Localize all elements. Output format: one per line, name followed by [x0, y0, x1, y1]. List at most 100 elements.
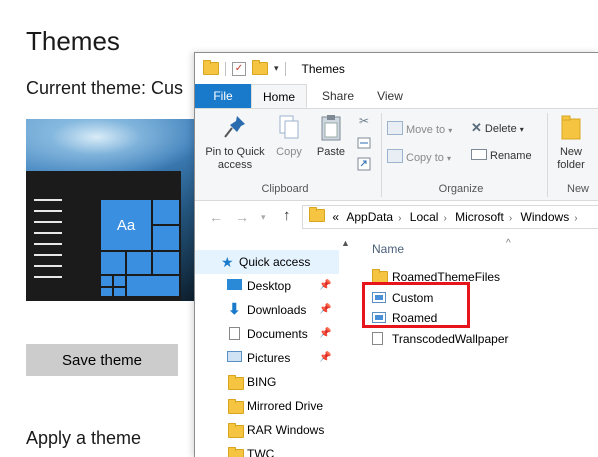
nav-item-quick-access[interactable]: ★ Quick access	[195, 250, 339, 274]
nav-item-mirrored-drive[interactable]: Mirrored Drive	[195, 394, 339, 418]
paste-shortcut-icon[interactable]	[355, 157, 373, 175]
pin-icon[interactable]: 📌	[319, 346, 331, 370]
tab-file[interactable]: File	[195, 84, 251, 108]
address-bar[interactable]: « AppData › Local › Microsoft › Windows ›	[302, 205, 598, 229]
preview-sky	[26, 119, 202, 179]
properties-icon[interactable]: ✓	[232, 61, 246, 76]
breadcrumb-windows[interactable]: Windows	[521, 210, 570, 224]
ribbon-separator	[547, 113, 548, 197]
new-folder-button[interactable]: New folder	[551, 113, 591, 172]
highlight-box	[362, 282, 470, 328]
file-name: TranscodedWallpaper	[392, 332, 509, 346]
pin-icon	[224, 116, 245, 138]
back-arrow-icon[interactable]: ←	[209, 209, 223, 225]
nav-label: Downloads	[247, 303, 307, 317]
save-theme-button[interactable]: Save theme	[26, 344, 178, 376]
new-folder-icon[interactable]	[252, 60, 268, 75]
copy-to-label: Copy to	[406, 152, 444, 164]
up-arrow-icon[interactable]: ↑	[283, 207, 291, 224]
preview-tile	[152, 199, 180, 225]
paste-icon	[321, 115, 341, 141]
preview-start-menu: Aa	[26, 171, 181, 301]
ribbon-separator	[381, 113, 382, 197]
cut-icon[interactable]: ✂	[355, 115, 373, 128]
nav-item-documents[interactable]: Documents 📌	[195, 322, 339, 346]
paste-shortcut-glyph	[357, 157, 371, 171]
nav-item-twc[interactable]: TWC	[195, 442, 339, 457]
move-to-button[interactable]: Move to ▾	[387, 121, 467, 137]
forward-arrow-icon[interactable]: →	[235, 209, 249, 225]
ribbon: Pin to Quick access Copy Paste ✂ Clipboa…	[195, 109, 598, 201]
preview-tile	[126, 251, 152, 275]
breadcrumb-local[interactable]: Local	[410, 210, 439, 224]
chevron-down-icon: ▾	[448, 126, 453, 135]
pin-quick-access-button[interactable]: Pin to Quick access	[199, 113, 271, 172]
preview-tile	[100, 287, 113, 297]
tab-share[interactable]: Share	[313, 84, 363, 108]
paste-label: Paste	[316, 146, 346, 158]
tab-home[interactable]: Home	[251, 84, 307, 108]
nav-label: RAR Windows	[247, 423, 325, 437]
delete-label: Delete	[484, 123, 517, 135]
nav-item-rar-windows[interactable]: RAR Windows	[195, 418, 339, 442]
pin-icon[interactable]: 📌	[319, 298, 331, 322]
chevron-down-icon: ▾	[446, 154, 451, 163]
folder-icon	[309, 207, 325, 222]
desktop-icon	[227, 279, 242, 290]
column-header-name[interactable]: Name ^	[372, 238, 511, 256]
copy-to-button[interactable]: Copy to ▾	[387, 149, 467, 165]
breadcrumb-microsoft[interactable]: Microsoft	[455, 210, 504, 224]
preview-menu-lines	[34, 199, 62, 287]
copy-button[interactable]: Copy	[271, 113, 307, 159]
preview-tile	[100, 251, 126, 275]
current-theme-label: Current theme: Cus	[26, 78, 184, 98]
navigation-pane: ★ Quick access Desktop 📌 ⬇ Downloads 📌 D…	[195, 236, 355, 457]
preview-tile	[126, 275, 180, 297]
nav-item-downloads[interactable]: ⬇ Downloads 📌	[195, 298, 339, 322]
apply-theme-heading: Apply a theme	[26, 428, 142, 448]
file-icon	[372, 332, 383, 345]
preview-tiles: Aa	[100, 199, 180, 297]
paste-button[interactable]: Paste	[311, 113, 351, 159]
rename-button[interactable]: Rename	[471, 149, 541, 163]
pin-icon[interactable]: 📌	[319, 274, 331, 298]
delete-icon: ✕	[471, 120, 482, 135]
folder-icon	[228, 375, 244, 390]
tab-view[interactable]: View	[367, 84, 413, 108]
preview-tile	[113, 275, 126, 287]
download-arrow-icon: ⬇	[228, 301, 241, 318]
ribbon-tabs: File Home Share View	[195, 84, 598, 109]
copy-to-icon	[387, 149, 403, 163]
nav-label: BING	[247, 375, 277, 389]
nav-item-desktop[interactable]: Desktop 📌	[195, 274, 339, 298]
nav-scrollbar[interactable]: ▲	[339, 236, 353, 457]
breadcrumb-overflow[interactable]: «	[332, 210, 339, 224]
address-bar-row: ← → ▾ ↑ « AppData › Local › Microsoft › Win…	[195, 201, 598, 235]
window-title: Themes	[301, 61, 345, 76]
folder-icon	[228, 423, 244, 438]
folder-icon	[203, 60, 219, 75]
copy-label: Copy	[276, 146, 302, 158]
pin-icon[interactable]: 📌	[319, 322, 331, 346]
nav-label: Pictures	[247, 351, 291, 365]
nav-item-pictures[interactable]: Pictures 📌	[195, 346, 339, 370]
chevron-right-icon: ›	[508, 213, 513, 224]
preview-tile	[152, 251, 180, 275]
move-to-label: Move to	[406, 124, 446, 136]
customize-toolbar-icon[interactable]: ▾	[274, 63, 279, 74]
sort-ascending-icon: ^	[506, 238, 511, 249]
toolbar-separator	[284, 61, 286, 76]
file-list: Name ^ RoamedThemeFiles Custom Roamed Tr…	[355, 236, 598, 457]
copy-path-icon[interactable]	[355, 137, 373, 153]
nav-item-bing[interactable]: BING	[195, 370, 339, 394]
move-to-icon	[387, 121, 403, 135]
breadcrumb-appdata[interactable]: AppData	[346, 210, 393, 224]
recent-locations-icon[interactable]: ▾	[261, 212, 266, 223]
page-title: Themes	[26, 26, 120, 56]
folder-icon	[228, 399, 244, 414]
delete-button[interactable]: ✕ Delete ▾	[471, 121, 541, 136]
pictures-icon	[227, 351, 242, 362]
scroll-up-icon[interactable]: ▲	[341, 238, 350, 248]
file-explorer-window: ✓ ▾ Themes File Home Share View Pin to Q…	[194, 52, 598, 457]
quick-access-toolbar: ✓ ▾	[203, 60, 292, 76]
